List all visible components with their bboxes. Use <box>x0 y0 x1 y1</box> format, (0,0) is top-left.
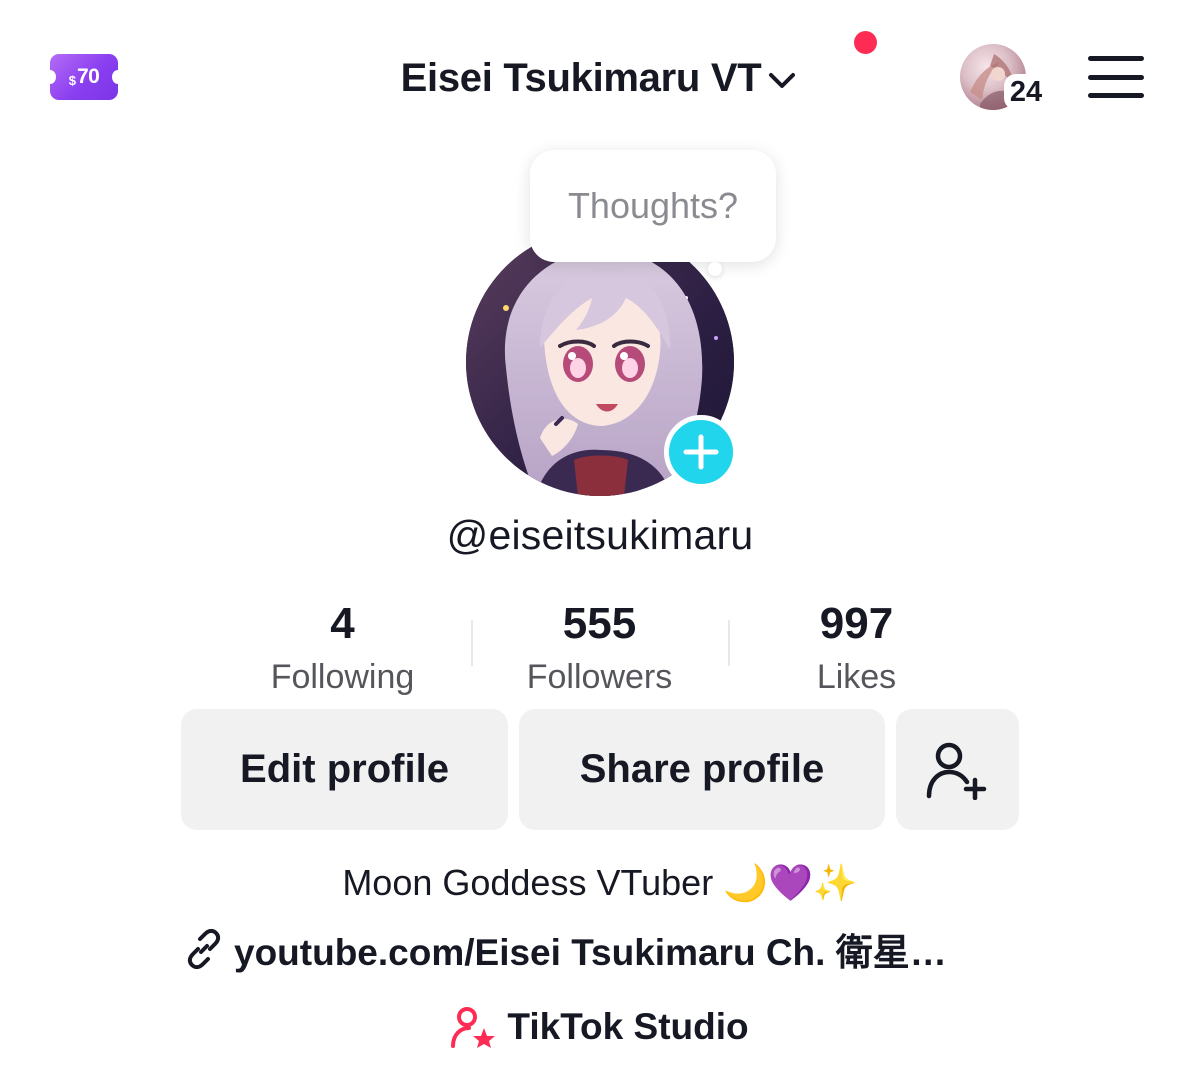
stat-value: 997 <box>819 599 894 648</box>
notification-dot <box>854 31 877 54</box>
bio-link-text: youtube.com/Eisei Tsukimaru Ch. 衛星… <box>234 932 947 973</box>
tiktok-studio-link[interactable]: TikTok Studio <box>0 1006 1200 1048</box>
stat-divider <box>471 620 473 666</box>
stat-following[interactable]: 4 Following <box>214 598 471 698</box>
thoughts-bubble[interactable]: Thoughts? <box>530 150 776 262</box>
stat-value: 555 <box>562 599 637 648</box>
creator-studio-icon <box>451 1007 496 1048</box>
bio-text: Moon Goddess VTuber <box>342 862 724 903</box>
stat-divider <box>728 620 730 666</box>
bio-link[interactable]: youtube.com/Eisei Tsukimaru Ch. 衛星… <box>184 922 947 976</box>
profile-stats: 4 Following 555 Followers 997 Likes <box>214 598 986 698</box>
inbox-count-badge: 24 <box>1004 74 1048 110</box>
add-friends-button[interactable] <box>896 709 1019 830</box>
stat-value: 4 <box>330 599 355 648</box>
share-profile-button[interactable]: Share profile <box>519 709 885 830</box>
stat-label: Followers <box>526 658 673 696</box>
tiktok-studio-label: TikTok Studio <box>507 1006 749 1047</box>
username: @eiseitsukimaru <box>446 512 754 558</box>
thoughts-prompt: Thoughts? <box>567 185 739 226</box>
chevron-down-icon <box>769 73 796 88</box>
bubble-tail <box>708 262 722 276</box>
account-name: Eisei Tsukimaru VT <box>400 55 762 100</box>
stat-label: Likes <box>816 658 897 696</box>
bio: Moon Goddess VTuber 🌙💜✨ <box>0 862 1200 904</box>
stat-label: Following <box>270 658 415 696</box>
plus-icon <box>683 434 719 470</box>
link-icon <box>187 929 221 969</box>
stat-followers[interactable]: 555 Followers <box>471 598 728 698</box>
stat-likes[interactable]: 997 Likes <box>728 598 985 698</box>
add-profile-photo-button[interactable] <box>664 415 738 489</box>
edit-profile-button[interactable]: Edit profile <box>181 709 508 830</box>
menu-icon[interactable] <box>1088 56 1144 98</box>
sparkles-icon: ✨ <box>812 863 858 904</box>
moon-icon: 🌙 <box>723 863 769 904</box>
add-friend-icon <box>926 742 986 800</box>
purple-heart-icon: 💜 <box>768 863 813 904</box>
